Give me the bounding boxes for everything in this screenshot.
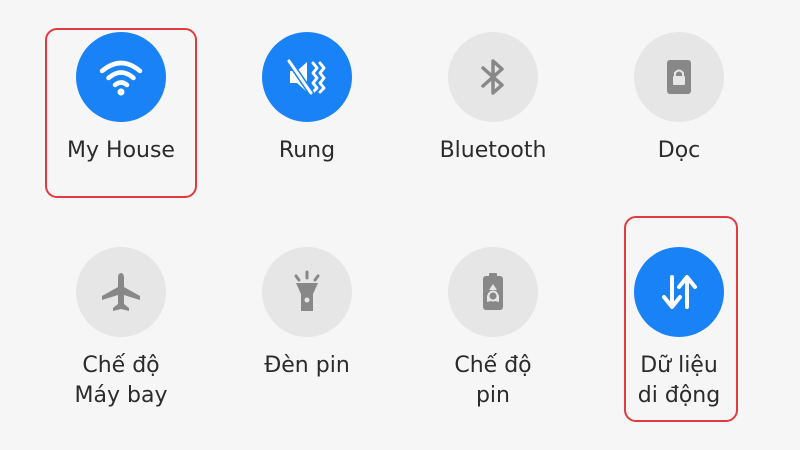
vibrate-icon bbox=[286, 58, 326, 96]
label-line: di động bbox=[637, 383, 721, 408]
wifi-icon bbox=[99, 60, 143, 96]
tile-label: Bluetooth bbox=[440, 136, 547, 166]
label-line: Đèn pin bbox=[264, 353, 350, 378]
tile-battery-saver[interactable]: Chế độ pin bbox=[400, 247, 586, 411]
label-line: Bluetooth bbox=[439, 138, 547, 163]
tile-rotation[interactable]: Dọc bbox=[586, 32, 772, 166]
flashlight-toggle[interactable] bbox=[262, 247, 352, 337]
wifi-toggle[interactable] bbox=[76, 32, 166, 122]
battery-saver-icon bbox=[483, 273, 503, 310]
tile-label: Đèn pin bbox=[264, 351, 350, 381]
mobile-data-icon bbox=[662, 275, 697, 309]
tile-label: Chế độ Máy bay bbox=[75, 351, 168, 411]
tile-wifi[interactable]: My House bbox=[28, 32, 214, 166]
label-line: Dữ liệu bbox=[640, 353, 718, 378]
tile-flashlight[interactable]: Đèn pin bbox=[214, 247, 400, 381]
tile-airplane-mode[interactable]: Chế độ Máy bay bbox=[28, 247, 214, 411]
tile-label: My House bbox=[67, 136, 175, 166]
label-line: Dọc bbox=[657, 138, 701, 163]
vibrate-toggle[interactable] bbox=[262, 32, 352, 122]
portrait-lock-icon bbox=[667, 60, 691, 94]
tile-mobile-data[interactable]: Dữ liệu di động bbox=[586, 247, 772, 411]
label-line: pin bbox=[475, 383, 510, 408]
tile-label: Rung bbox=[279, 136, 335, 166]
bluetooth-icon bbox=[481, 59, 504, 95]
battery-saver-toggle[interactable] bbox=[448, 247, 538, 337]
label-line: Rung bbox=[278, 138, 336, 163]
mobile-data-toggle[interactable] bbox=[634, 247, 724, 337]
tile-label: Chế độ pin bbox=[454, 351, 531, 411]
tile-label: Dọc bbox=[658, 136, 701, 166]
quick-settings-panel: My House Rung Bluetooth Dọc Chế độ Máy b… bbox=[0, 0, 800, 450]
tile-label: Dữ liệu di động bbox=[638, 351, 720, 411]
flashlight-icon bbox=[294, 270, 320, 311]
tile-vibrate[interactable]: Rung bbox=[214, 32, 400, 166]
label-line: Máy bay bbox=[74, 383, 168, 408]
label-line: My House bbox=[67, 138, 175, 163]
airplane-icon bbox=[102, 273, 140, 311]
label-line: Chế độ bbox=[82, 353, 160, 378]
bluetooth-toggle[interactable] bbox=[448, 32, 538, 122]
rotation-toggle[interactable] bbox=[634, 32, 724, 122]
airplane-toggle[interactable] bbox=[76, 247, 166, 337]
label-line: Chế độ bbox=[454, 353, 532, 378]
tile-bluetooth[interactable]: Bluetooth bbox=[400, 32, 586, 166]
